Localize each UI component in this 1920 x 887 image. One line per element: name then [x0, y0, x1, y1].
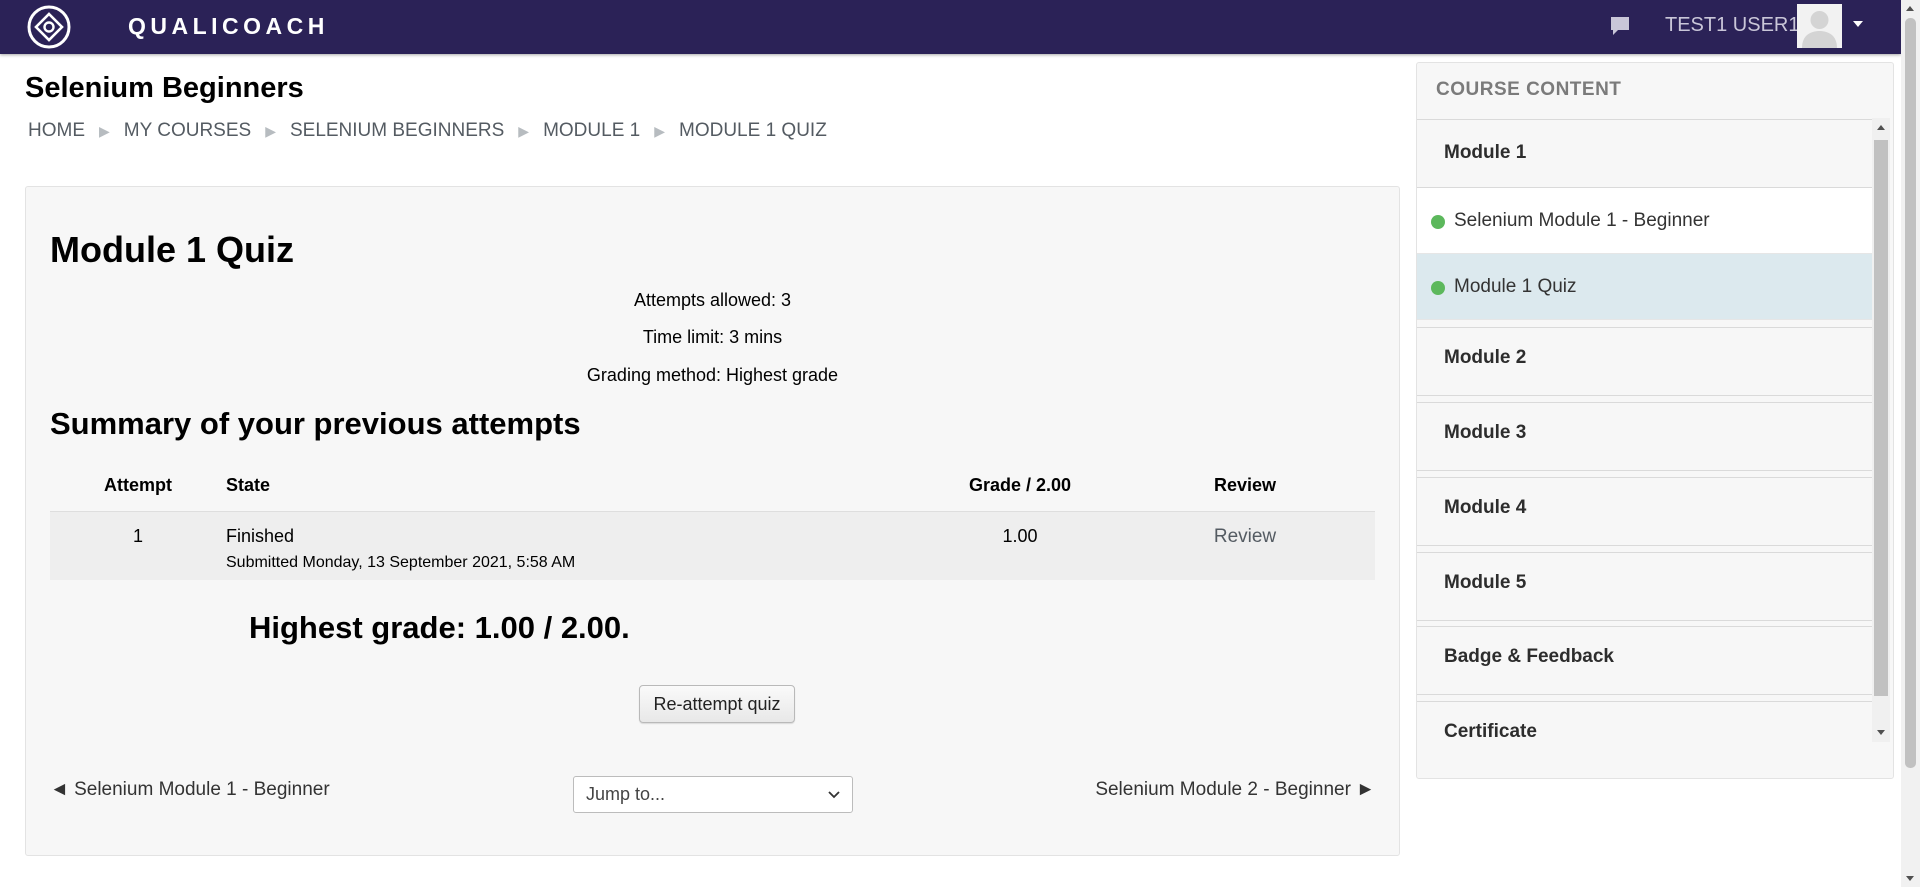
sidebar-item-label: Module 3: [1444, 422, 1527, 443]
sidebar-item-label: Module 1 Quiz: [1454, 276, 1577, 297]
header-grade: Grade / 2.00: [925, 459, 1115, 512]
window-scroll-up-icon[interactable]: [1906, 6, 1914, 11]
attempt-number: 1: [132, 526, 143, 546]
sidebar-scrollbar[interactable]: [1872, 118, 1890, 742]
window-scroll-thumb[interactable]: [1905, 18, 1916, 768]
attempts-table: Attempt State Grade / 2.00 Review 1 Fini…: [50, 459, 1375, 580]
caret-down-icon[interactable]: [1853, 21, 1863, 27]
attempt-state: Finished: [226, 526, 295, 546]
breadcrumb-course[interactable]: SELENIUM BEGINNERS: [290, 120, 504, 142]
user-silhouette-icon: [1802, 11, 1837, 48]
breadcrumb-separator-icon: ▶: [99, 122, 110, 139]
table-header-row: Attempt State Grade / 2.00 Review: [50, 459, 1375, 512]
sidebar-activity-selenium-module-1[interactable]: Selenium Module 1 - Beginner: [1417, 188, 1873, 254]
chevron-down-icon: [828, 790, 840, 798]
table-row: 1 Finished Submitted Monday, 13 Septembe…: [50, 511, 1375, 580]
previous-activity-link[interactable]: ◄ Selenium Module 1 - Beginner: [50, 779, 330, 801]
sidebar-item-module-4[interactable]: Module 4: [1417, 477, 1873, 546]
review-link[interactable]: Review: [1214, 526, 1276, 547]
logo-icon[interactable]: [27, 5, 71, 49]
sidebar-item-label: Certificate: [1444, 721, 1537, 742]
breadcrumb-quiz[interactable]: MODULE 1 QUIZ: [679, 120, 827, 142]
completion-dot-icon: [1431, 281, 1445, 295]
sidebar-item-label: Badge & Feedback: [1444, 646, 1614, 667]
reattempt-quiz-button[interactable]: Re-attempt quiz: [639, 685, 795, 723]
course-content-panel: COURSE CONTENT Module 1 Selenium Module …: [1416, 62, 1894, 779]
summary-title: Summary of your previous attempts: [50, 406, 581, 441]
sidebar-item-label: Module 1: [1444, 142, 1527, 163]
quiz-card: Module 1 Quiz Attempts allowed: 3 Time l…: [25, 186, 1400, 856]
highest-grade: Highest grade: 1.00 / 2.00.: [249, 610, 630, 645]
header-review: Review: [1115, 459, 1375, 512]
breadcrumb-my-courses[interactable]: MY COURSES: [124, 120, 251, 142]
sidebar-item-module-1[interactable]: Module 1: [1417, 119, 1873, 188]
sidebar-item-module-3[interactable]: Module 3: [1417, 402, 1873, 471]
next-activity-link[interactable]: Selenium Module 2 - Beginner ►: [1095, 779, 1375, 801]
sidebar-item-label: Selenium Module 1 - Beginner: [1454, 210, 1710, 231]
course-title: Selenium Beginners: [25, 72, 304, 104]
sidebar-activity-module-1-quiz[interactable]: Module 1 Quiz: [1417, 254, 1873, 320]
header-state: State: [226, 459, 925, 512]
sidebar-item-badge-feedback[interactable]: Badge & Feedback: [1417, 626, 1873, 695]
username[interactable]: TEST1 USER1: [1665, 14, 1799, 37]
brand-name[interactable]: QUALICOACH: [128, 13, 329, 40]
sidebar-item-module-2[interactable]: Module 2: [1417, 327, 1873, 396]
window-scrollbar[interactable]: [1901, 0, 1920, 887]
sidebar-item-label: Module 2: [1444, 347, 1527, 368]
breadcrumb-separator-icon: ▶: [654, 122, 665, 139]
avatar[interactable]: [1797, 4, 1842, 48]
sidebar-item-label: Module 4: [1444, 497, 1527, 518]
sidebar-item-label: Module 5: [1444, 572, 1527, 593]
quiz-title: Module 1 Quiz: [50, 229, 295, 270]
course-content-heading: COURSE CONTENT: [1436, 79, 1622, 100]
breadcrumb-separator-icon: ▶: [518, 122, 530, 139]
window-scroll-down-icon[interactable]: [1906, 876, 1914, 881]
chat-icon[interactable]: [1609, 15, 1631, 37]
attempts-allowed: Attempts allowed: 3: [633, 290, 792, 310]
header-attempt: Attempt: [50, 459, 226, 512]
top-navbar: QUALICOACH TEST1 USER1: [0, 0, 1901, 54]
sidebar-item-certificate[interactable]: Certificate: [1417, 701, 1873, 744]
scroll-up-icon[interactable]: [1877, 125, 1885, 130]
breadcrumb-home[interactable]: HOME: [28, 120, 85, 142]
scroll-down-icon[interactable]: [1877, 730, 1885, 735]
time-limit: Time limit: 3 mins: [642, 327, 783, 347]
breadcrumb-module[interactable]: MODULE 1: [543, 120, 640, 142]
course-content-list: Module 1 Selenium Module 1 - Beginner Mo…: [1417, 119, 1873, 744]
grading-method: Grading method: Highest grade: [586, 365, 839, 385]
sidebar-item-module-5[interactable]: Module 5: [1417, 552, 1873, 621]
breadcrumb-separator-icon: ▶: [265, 122, 276, 139]
attempt-submitted: Submitted Monday, 13 September 2021, 5:5…: [226, 554, 576, 571]
breadcrumb: HOME ▶ MY COURSES ▶ SELENIUM BEGINNERS ▶…: [28, 120, 827, 142]
sidebar-scroll-thumb[interactable]: [1874, 140, 1888, 696]
jump-to-select[interactable]: Jump to...: [573, 776, 853, 813]
completion-dot-icon: [1431, 215, 1445, 229]
attempt-grade: 1.00: [1002, 526, 1038, 546]
jump-to-value: Jump to...: [586, 784, 666, 804]
